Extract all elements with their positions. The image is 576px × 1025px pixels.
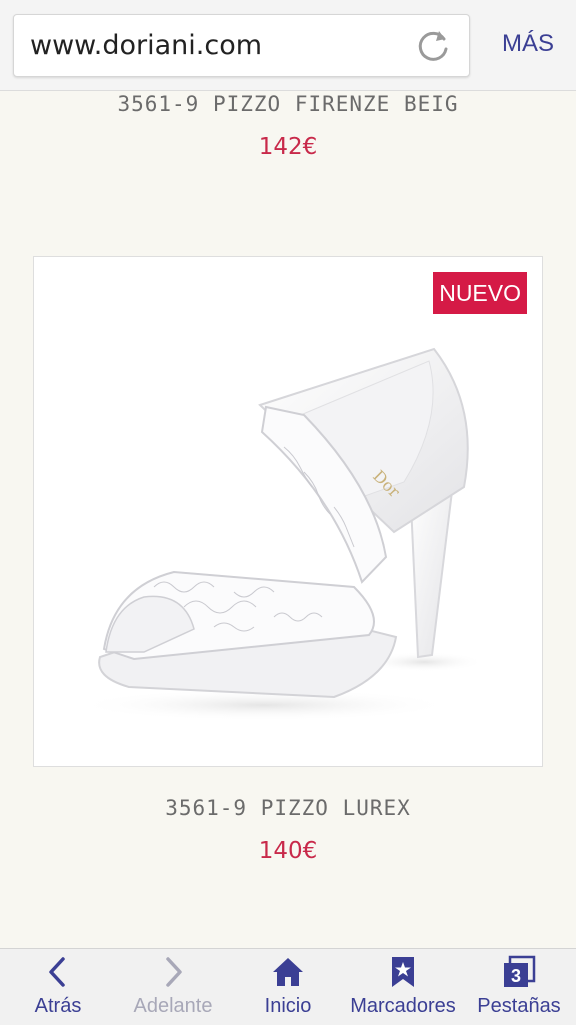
forward-label: Adelante bbox=[133, 995, 213, 1017]
back-button[interactable]: Atrás bbox=[8, 949, 108, 1025]
back-label: Atrás bbox=[34, 995, 82, 1017]
browser-bottom-nav: Atrás Adelante Inicio Marcadores 3 Pesta… bbox=[0, 948, 576, 1025]
new-badge: NUEVO bbox=[433, 272, 527, 314]
product-price: 142€ bbox=[258, 134, 318, 160]
home-icon bbox=[273, 958, 303, 986]
shoe-image: Dor bbox=[74, 347, 484, 721]
bookmarks-label: Marcadores bbox=[350, 995, 456, 1017]
product-image-card[interactable]: Dor NUEVO bbox=[33, 256, 543, 767]
chevron-left-icon bbox=[49, 957, 65, 987]
product-name[interactable]: 3561-9 PIZZO FIRENZE BEIG bbox=[0, 92, 576, 116]
page-content: 3561-9 PIZZO FIRENZE BEIG 142€ Dor NUEVO… bbox=[0, 91, 576, 948]
tabs-icon: 3 bbox=[504, 955, 536, 987]
product-price: 140€ bbox=[258, 838, 318, 864]
home-button[interactable]: Inicio bbox=[242, 949, 334, 1025]
bookmarks-button[interactable]: Marcadores bbox=[344, 949, 462, 1025]
browser-toolbar: www.doriani.com MÁS bbox=[0, 0, 576, 91]
home-label: Inicio bbox=[264, 995, 312, 1017]
tabs-label: Pestañas bbox=[477, 995, 561, 1017]
product-name[interactable]: 3561-9 PIZZO LUREX bbox=[0, 796, 576, 820]
chevron-right-icon bbox=[166, 957, 182, 987]
tab-count: 3 bbox=[511, 966, 521, 986]
tabs-button[interactable]: 3 Pestañas bbox=[472, 949, 566, 1025]
reload-icon[interactable] bbox=[414, 27, 452, 65]
more-button[interactable]: MÁS bbox=[502, 30, 554, 58]
url-text[interactable]: www.doriani.com bbox=[30, 30, 262, 61]
forward-button[interactable]: Adelante bbox=[122, 949, 224, 1025]
address-bar[interactable]: www.doriani.com bbox=[13, 14, 470, 77]
bookmark-icon bbox=[392, 957, 414, 987]
